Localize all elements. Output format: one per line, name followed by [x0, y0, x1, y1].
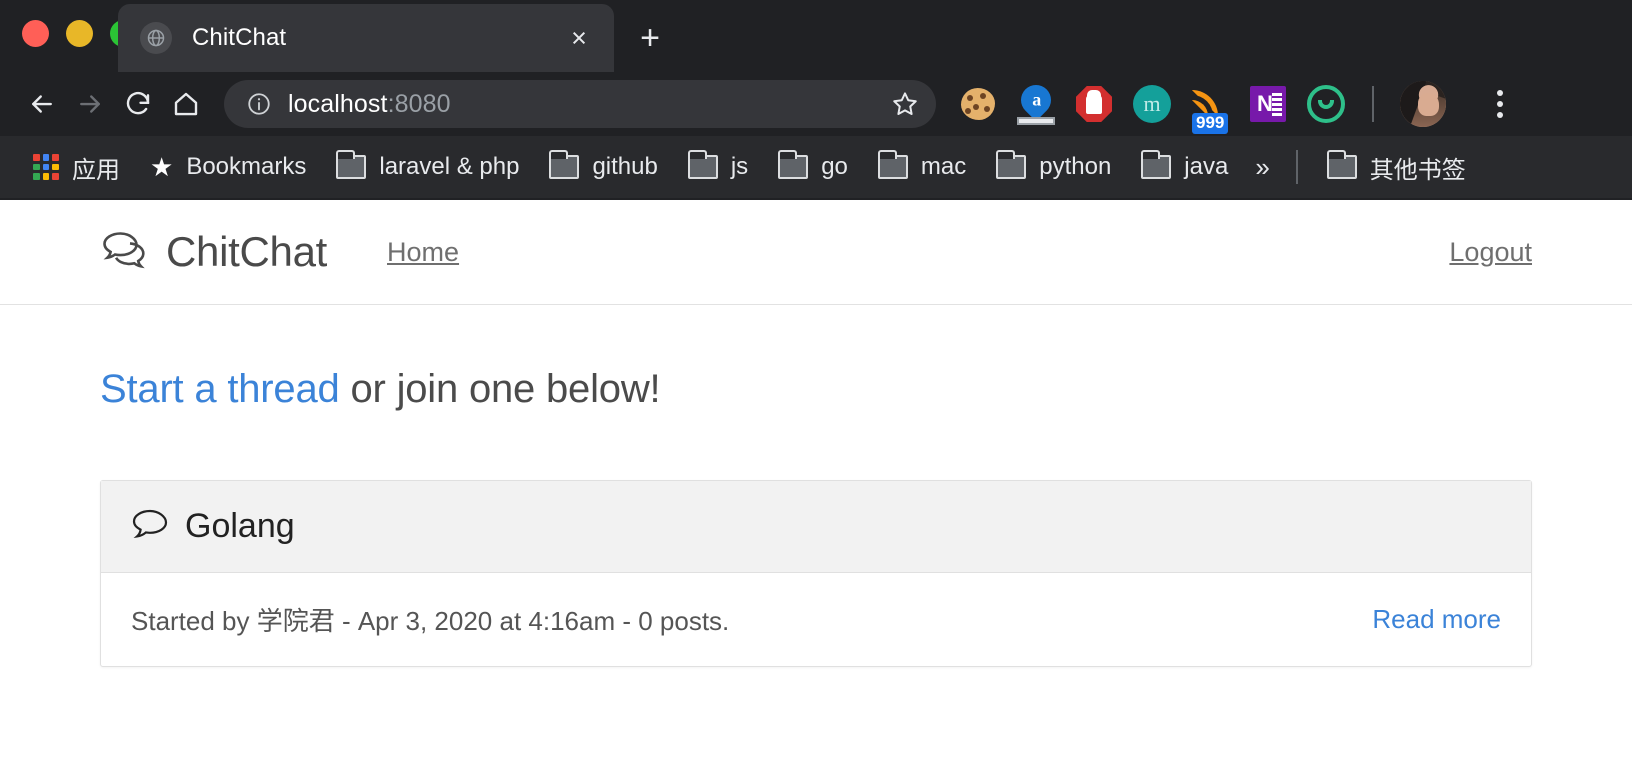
- folder-icon: [1141, 150, 1172, 179]
- bookmark-laravel-php[interactable]: laravel & php: [321, 150, 534, 181]
- main-content: Start a thread or join one below! Golang…: [0, 367, 1632, 667]
- bookmarks-divider: [1295, 150, 1298, 184]
- rss-feed-extension-icon[interactable]: 999: [1190, 84, 1230, 134]
- folder-icon: [336, 150, 367, 179]
- page-lede: Start a thread or join one below!: [100, 367, 1532, 412]
- green-smile-extension-icon[interactable]: [1306, 84, 1346, 124]
- thread-card-body: Started by 学院君 - Apr 3, 2020 at 4:16am -…: [101, 573, 1531, 666]
- cookie-extension-icon[interactable]: [958, 84, 998, 124]
- reload-icon[interactable]: [114, 80, 162, 128]
- tab-title: ChitChat: [192, 24, 287, 51]
- folder-icon: [549, 150, 580, 179]
- rss-badge-count: 999: [1192, 113, 1229, 134]
- bookmarks-bar: 应用 ★ Bookmarks laravel & php github js g…: [0, 136, 1632, 198]
- kebab-menu-icon[interactable]: [1480, 82, 1520, 126]
- tab-strip: ChitChat × +: [0, 0, 1632, 72]
- folder-icon: [877, 150, 908, 179]
- star-icon[interactable]: [890, 89, 920, 119]
- read-more-link[interactable]: Read more: [1372, 604, 1501, 635]
- close-icon[interactable]: ×: [562, 21, 596, 55]
- bookmarks-overflow-button[interactable]: »: [1243, 152, 1281, 183]
- onenote-label: N: [1257, 91, 1273, 116]
- new-tab-button[interactable]: +: [630, 18, 670, 58]
- minimize-window-button[interactable]: [66, 20, 93, 47]
- globe-icon: [140, 22, 172, 54]
- url-port: :8080: [387, 89, 451, 118]
- thread-card[interactable]: Golang Started by 学院君 - Apr 3, 2020 at 4…: [100, 480, 1532, 667]
- address-bar[interactable]: localhost:8080: [224, 80, 936, 128]
- bookmark-js[interactable]: js: [673, 150, 763, 181]
- bookmark-mac[interactable]: mac: [863, 150, 981, 181]
- lede-rest: or join one below!: [339, 367, 661, 411]
- bookmark-label: mac: [920, 153, 967, 180]
- bookmark-go[interactable]: go: [763, 150, 863, 181]
- bookmark-label: js: [730, 153, 749, 180]
- onenote-extension-icon[interactable]: N: [1248, 84, 1288, 124]
- navigation-toolbar: localhost:8080 a m 999 N: [0, 72, 1632, 136]
- bookmark-label: 其他书签: [1369, 156, 1466, 184]
- speech-bubble-icon: [131, 507, 169, 546]
- bookmark-label: 应用: [72, 156, 120, 184]
- m-circle-extension-icon[interactable]: m: [1132, 84, 1172, 124]
- nav-link-logout[interactable]: Logout: [1449, 237, 1532, 268]
- bookmark-label: python: [1039, 153, 1112, 180]
- adblock-stop-hand-icon[interactable]: [1074, 84, 1114, 124]
- m-circle-label: m: [1133, 85, 1171, 123]
- thread-card-header: Golang: [101, 481, 1531, 573]
- brand-name: ChitChat: [166, 228, 328, 275]
- extension-tray: a m 999 N: [958, 78, 1520, 134]
- thread-title: Golang: [185, 507, 295, 545]
- bookmark-label: go: [821, 153, 848, 180]
- folder-icon: [996, 150, 1027, 179]
- apps-grid-icon: [33, 154, 59, 180]
- site-header: ChitChat Home Logout: [0, 200, 1632, 305]
- start-a-thread-link[interactable]: Start a thread: [100, 367, 340, 411]
- url-host: localhost: [288, 89, 388, 118]
- brand-logo[interactable]: ChitChat: [100, 228, 327, 276]
- bookmark-bookmarks[interactable]: ★ Bookmarks: [135, 153, 321, 181]
- browser-tab-chitchat[interactable]: ChitChat ×: [118, 4, 614, 72]
- close-window-button[interactable]: [22, 20, 49, 47]
- bookmark-label: Bookmarks: [186, 153, 307, 180]
- double-speech-bubble-icon: [100, 229, 148, 276]
- folder-icon: [1326, 150, 1357, 179]
- home-icon[interactable]: [162, 80, 210, 128]
- folder-icon: [687, 150, 718, 179]
- bookmark-github[interactable]: github: [534, 150, 672, 181]
- url-text: localhost:8080: [288, 90, 890, 119]
- folder-icon: [778, 150, 809, 179]
- page-content: ChitChat Home Logout Start a thread or j…: [0, 200, 1632, 784]
- page-info-icon[interactable]: [246, 91, 272, 117]
- bookmark-java[interactable]: java: [1126, 150, 1243, 181]
- amazon-extension-icon[interactable]: a: [1014, 78, 1058, 125]
- back-arrow-icon[interactable]: [18, 80, 66, 128]
- nav-link-home[interactable]: Home: [387, 237, 459, 268]
- thread-meta: Started by 学院君 - Apr 3, 2020 at 4:16am -…: [131, 606, 730, 636]
- toolbar-divider: [1372, 86, 1374, 122]
- bookmark-label: github: [592, 153, 658, 180]
- forward-arrow-icon: [66, 80, 114, 128]
- user-avatar[interactable]: [1400, 81, 1446, 127]
- bookmark-other-bookmarks[interactable]: 其他书签: [1312, 150, 1481, 185]
- bookmark-python[interactable]: python: [981, 150, 1126, 181]
- bookmark-label: laravel & php: [379, 153, 520, 180]
- amazon-extension-label: a: [1031, 89, 1041, 110]
- browser-chrome: ChitChat × + localhost:8080 a m 999 N 应用…: [0, 0, 1632, 200]
- star-icon: ★: [150, 152, 174, 182]
- bookmark-apps[interactable]: 应用: [18, 150, 135, 185]
- bookmark-label: java: [1184, 153, 1229, 180]
